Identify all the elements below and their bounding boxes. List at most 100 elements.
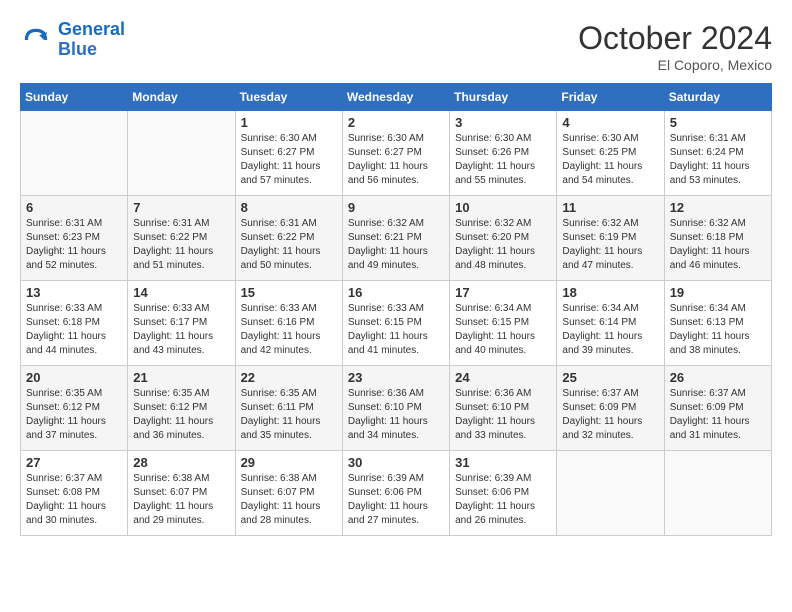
week-row-3: 13 Sunrise: 6:33 AM Sunset: 6:18 PM Dayli… [21,281,772,366]
day-info: Sunrise: 6:33 AM Sunset: 6:16 PM Dayligh… [241,302,337,358]
day-number: 30 [348,455,444,470]
calendar-body: 1 Sunrise: 6:30 AM Sunset: 6:27 PM Daylig… [21,111,772,536]
day-cell: 26 Sunrise: 6:37 AM Sunset: 6:09 PM Dayli… [664,366,771,451]
day-cell: 14Sunrise: 6:33 AM Sunset: 6:17 PM Dayli… [128,281,235,366]
day-number: 15 [241,285,337,300]
title-block: October 2024 El Coporo, Mexico [578,20,772,73]
day-cell: 5 Sunrise: 6:31 AM Sunset: 6:24 PM Daylig… [664,111,771,196]
day-info: Sunrise: 6:35 AM Sunset: 6:12 PM Dayligh… [26,387,122,443]
day-info: Sunrise: 6:33 AM Sunset: 6:18 PM Dayligh… [26,302,122,358]
day-cell: 1 Sunrise: 6:30 AM Sunset: 6:27 PM Daylig… [235,111,342,196]
day-cell: 20 Sunrise: 6:35 AM Sunset: 6:12 PM Dayli… [21,366,128,451]
day-number: 20 [26,370,122,385]
day-info: Sunrise: 6:30 AM Sunset: 6:25 PM Dayligh… [562,132,658,188]
day-cell: 19 Sunrise: 6:34 AM Sunset: 6:13 PM Dayli… [664,281,771,366]
week-row-5: 27Sunrise: 6:37 AM Sunset: 6:08 PM Dayli… [21,451,772,536]
day-cell: 7 Sunrise: 6:31 AM Sunset: 6:22 PM Daylig… [128,196,235,281]
day-cell [21,111,128,196]
day-info: Sunrise: 6:32 AM Sunset: 6:20 PM Dayligh… [455,217,551,273]
day-number: 28 [133,455,229,470]
day-cell: 11 Sunrise: 6:32 AM Sunset: 6:19 PM Dayli… [557,196,664,281]
day-number: 8 [241,200,337,215]
day-info: Sunrise: 6:31 AM Sunset: 6:22 PM Dayligh… [133,217,229,273]
day-cell: 9 Sunrise: 6:32 AM Sunset: 6:21 PM Daylig… [342,196,449,281]
day-info: Sunrise: 6:37 AM Sunset: 6:08 PM Dayligh… [26,472,122,528]
header-cell-thursday: Thursday [450,84,557,111]
month-title: October 2024 [578,20,772,57]
day-number: 31 [455,455,551,470]
day-info: Sunrise: 6:36 AM Sunset: 6:10 PM Dayligh… [348,387,444,443]
day-cell: 17Sunrise: 6:34 AM Sunset: 6:15 PM Dayli… [450,281,557,366]
day-info: Sunrise: 6:38 AM Sunset: 6:07 PM Dayligh… [241,472,337,528]
day-cell: 4Sunrise: 6:30 AM Sunset: 6:25 PM Daylig… [557,111,664,196]
day-info: Sunrise: 6:35 AM Sunset: 6:12 PM Dayligh… [133,387,229,443]
day-cell: 30Sunrise: 6:39 AM Sunset: 6:06 PM Dayli… [342,451,449,536]
day-cell: 25Sunrise: 6:37 AM Sunset: 6:09 PM Dayli… [557,366,664,451]
day-cell: 10 Sunrise: 6:32 AM Sunset: 6:20 PM Dayli… [450,196,557,281]
day-info: Sunrise: 6:34 AM Sunset: 6:13 PM Dayligh… [670,302,766,358]
day-number: 10 [455,200,551,215]
day-number: 3 [455,115,551,130]
day-cell: 29 Sunrise: 6:38 AM Sunset: 6:07 PM Dayli… [235,451,342,536]
calendar-header: SundayMondayTuesdayWednesdayThursdayFrid… [21,84,772,111]
logo: General Blue [20,20,125,60]
day-info: Sunrise: 6:30 AM Sunset: 6:27 PM Dayligh… [348,132,444,188]
calendar-table: SundayMondayTuesdayWednesdayThursdayFrid… [20,83,772,536]
day-info: Sunrise: 6:32 AM Sunset: 6:18 PM Dayligh… [670,217,766,273]
day-info: Sunrise: 6:31 AM Sunset: 6:23 PM Dayligh… [26,217,122,273]
header-cell-wednesday: Wednesday [342,84,449,111]
day-cell: 2 Sunrise: 6:30 AM Sunset: 6:27 PM Daylig… [342,111,449,196]
day-number: 14 [133,285,229,300]
day-cell: 13 Sunrise: 6:33 AM Sunset: 6:18 PM Dayli… [21,281,128,366]
day-cell: 3Sunrise: 6:30 AM Sunset: 6:26 PM Daylig… [450,111,557,196]
day-number: 22 [241,370,337,385]
header-row: SundayMondayTuesdayWednesdayThursdayFrid… [21,84,772,111]
day-number: 25 [562,370,658,385]
day-number: 13 [26,285,122,300]
day-cell: 28 Sunrise: 6:38 AM Sunset: 6:07 PM Dayli… [128,451,235,536]
day-info: Sunrise: 6:39 AM Sunset: 6:06 PM Dayligh… [455,472,551,528]
week-row-4: 20 Sunrise: 6:35 AM Sunset: 6:12 PM Dayli… [21,366,772,451]
page-header: General Blue October 2024 El Coporo, Mex… [20,20,772,73]
day-info: Sunrise: 6:33 AM Sunset: 6:15 PM Dayligh… [348,302,444,358]
day-number: 23 [348,370,444,385]
day-info: Sunrise: 6:32 AM Sunset: 6:21 PM Dayligh… [348,217,444,273]
day-number: 1 [241,115,337,130]
day-info: Sunrise: 6:35 AM Sunset: 6:11 PM Dayligh… [241,387,337,443]
week-row-2: 6Sunrise: 6:31 AM Sunset: 6:23 PM Daylig… [21,196,772,281]
header-cell-sunday: Sunday [21,84,128,111]
day-number: 9 [348,200,444,215]
day-info: Sunrise: 6:38 AM Sunset: 6:07 PM Dayligh… [133,472,229,528]
day-cell [128,111,235,196]
day-number: 5 [670,115,766,130]
logo-icon [20,24,52,56]
day-cell: 27Sunrise: 6:37 AM Sunset: 6:08 PM Dayli… [21,451,128,536]
day-info: Sunrise: 6:31 AM Sunset: 6:22 PM Dayligh… [241,217,337,273]
day-info: Sunrise: 6:34 AM Sunset: 6:14 PM Dayligh… [562,302,658,358]
day-number: 11 [562,200,658,215]
day-number: 29 [241,455,337,470]
day-number: 21 [133,370,229,385]
day-cell: 15 Sunrise: 6:33 AM Sunset: 6:16 PM Dayli… [235,281,342,366]
header-cell-friday: Friday [557,84,664,111]
day-info: Sunrise: 6:34 AM Sunset: 6:15 PM Dayligh… [455,302,551,358]
day-cell: 8 Sunrise: 6:31 AM Sunset: 6:22 PM Daylig… [235,196,342,281]
header-cell-tuesday: Tuesday [235,84,342,111]
day-info: Sunrise: 6:30 AM Sunset: 6:27 PM Dayligh… [241,132,337,188]
day-number: 2 [348,115,444,130]
day-cell: 23 Sunrise: 6:36 AM Sunset: 6:10 PM Dayli… [342,366,449,451]
day-number: 12 [670,200,766,215]
day-cell [664,451,771,536]
week-row-1: 1 Sunrise: 6:30 AM Sunset: 6:27 PM Daylig… [21,111,772,196]
day-number: 24 [455,370,551,385]
day-info: Sunrise: 6:32 AM Sunset: 6:19 PM Dayligh… [562,217,658,273]
day-number: 7 [133,200,229,215]
header-cell-saturday: Saturday [664,84,771,111]
day-number: 16 [348,285,444,300]
day-info: Sunrise: 6:37 AM Sunset: 6:09 PM Dayligh… [670,387,766,443]
day-number: 19 [670,285,766,300]
day-cell: 21 Sunrise: 6:35 AM Sunset: 6:12 PM Dayli… [128,366,235,451]
day-info: Sunrise: 6:31 AM Sunset: 6:24 PM Dayligh… [670,132,766,188]
day-cell: 31 Sunrise: 6:39 AM Sunset: 6:06 PM Dayli… [450,451,557,536]
day-number: 26 [670,370,766,385]
